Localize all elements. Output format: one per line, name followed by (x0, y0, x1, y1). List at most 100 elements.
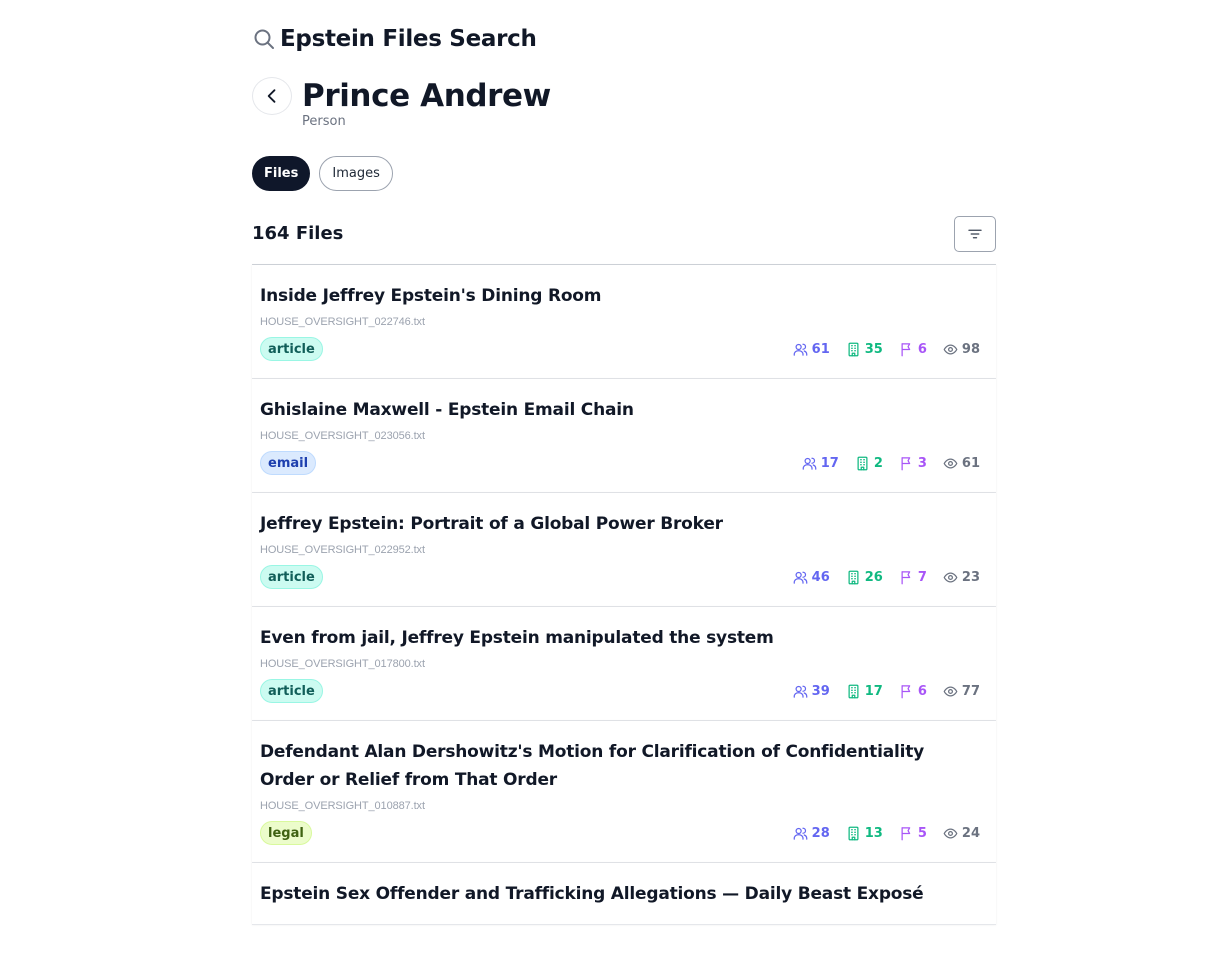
organizations-count: 35 (846, 342, 883, 357)
stat-value: 35 (864, 341, 883, 357)
file-list: Inside Jeffrey Epstein's Dining Room HOU… (252, 265, 996, 925)
stat-value: 39 (811, 683, 830, 699)
eye-icon (943, 456, 958, 471)
flag-icon (899, 342, 914, 357)
stat-value: 6 (917, 683, 927, 699)
tab-bar: Files Images (252, 156, 393, 191)
stat-value: 23 (961, 569, 980, 585)
stat-value: 24 (961, 825, 980, 841)
stat-value: 98 (961, 341, 980, 357)
organizations-count: 17 (846, 684, 883, 699)
people-count: 17 (802, 456, 839, 471)
stat-value: 26 (864, 569, 883, 585)
file-stats: 17 2 3 61 (802, 456, 980, 471)
file-meta-row: article 61 35 6 98 (260, 336, 988, 362)
search-icon (252, 27, 276, 51)
stat-value: 28 (811, 825, 830, 841)
file-name: HOUSE_OVERSIGHT_022746.txt (260, 316, 425, 328)
file-meta-row: email 17 2 3 61 (260, 450, 988, 476)
file-name: HOUSE_OVERSIGHT_017800.txt (260, 658, 425, 670)
building-icon (855, 456, 870, 471)
file-name: HOUSE_OVERSIGHT_010887.txt (260, 800, 425, 812)
page-title: Prince Andrew (302, 78, 551, 114)
file-title[interactable]: Ghislaine Maxwell - Epstein Email Chain (260, 396, 968, 424)
files-count: 164 Files (252, 223, 344, 244)
back-button[interactable] (252, 77, 292, 115)
file-stats: 61 35 6 98 (793, 342, 980, 357)
file-meta-row: article 39 17 6 77 (260, 678, 988, 704)
people-count: 61 (793, 342, 830, 357)
eye-icon (943, 570, 958, 585)
users-icon (793, 684, 808, 699)
file-card[interactable]: Even from jail, Jeffrey Epstein manipula… (252, 607, 996, 721)
app-header[interactable]: Epstein Files Search (252, 24, 537, 54)
eye-icon (943, 342, 958, 357)
eye-icon (943, 826, 958, 841)
stat-value: 61 (961, 455, 980, 471)
stat-value: 2 (873, 455, 883, 471)
file-type-badge: article (260, 679, 323, 703)
users-icon (802, 456, 817, 471)
file-card[interactable]: Defendant Alan Dershowitz's Motion for C… (252, 721, 996, 863)
views-count: 77 (943, 684, 980, 699)
people-count: 28 (793, 826, 830, 841)
people-count: 39 (793, 684, 830, 699)
stat-value: 17 (820, 455, 839, 471)
file-type-badge: email (260, 451, 317, 475)
flag-icon (899, 684, 914, 699)
stat-value: 13 (864, 825, 883, 841)
file-stats: 39 17 6 77 (793, 684, 980, 699)
file-name: HOUSE_OVERSIGHT_023056.txt (260, 430, 425, 442)
flags-count: 3 (899, 456, 927, 471)
flag-icon (899, 570, 914, 585)
file-title[interactable]: Epstein Sex Offender and Trafficking All… (260, 880, 968, 908)
flags-count: 7 (899, 570, 927, 585)
users-icon (793, 342, 808, 357)
stat-value: 3 (917, 455, 927, 471)
flags-count: 6 (899, 342, 927, 357)
users-icon (793, 570, 808, 585)
flag-icon (899, 456, 914, 471)
file-type-badge: article (260, 337, 323, 361)
views-count: 24 (943, 826, 980, 841)
file-card[interactable]: Inside Jeffrey Epstein's Dining Room HOU… (252, 265, 996, 379)
file-card[interactable]: Jeffrey Epstein: Portrait of a Global Po… (252, 493, 996, 607)
flags-count: 5 (899, 826, 927, 841)
page: Epstein Files Search Prince Andrew Perso… (0, 0, 1218, 958)
views-count: 23 (943, 570, 980, 585)
tab-files[interactable]: Files (252, 156, 311, 191)
stat-value: 6 (917, 341, 927, 357)
file-name: HOUSE_OVERSIGHT_022952.txt (260, 544, 425, 556)
file-type-badge: article (260, 565, 323, 589)
views-count: 61 (943, 456, 980, 471)
users-icon (793, 826, 808, 841)
file-title[interactable]: Even from jail, Jeffrey Epstein manipula… (260, 624, 968, 652)
file-stats: 46 26 7 23 (793, 570, 980, 585)
organizations-count: 2 (855, 456, 883, 471)
stat-value: 17 (864, 683, 883, 699)
building-icon (846, 684, 861, 699)
building-icon (846, 342, 861, 357)
organizations-count: 26 (846, 570, 883, 585)
entity-type-label: Person (302, 114, 346, 129)
file-title[interactable]: Defendant Alan Dershowitz's Motion for C… (260, 738, 968, 794)
flag-icon (899, 826, 914, 841)
building-icon (846, 570, 861, 585)
tab-images[interactable]: Images (319, 156, 393, 191)
people-count: 46 (793, 570, 830, 585)
file-title[interactable]: Inside Jeffrey Epstein's Dining Room (260, 282, 968, 310)
eye-icon (943, 684, 958, 699)
file-type-badge: legal (260, 821, 312, 845)
filter-button[interactable] (954, 216, 996, 252)
file-card[interactable]: Ghislaine Maxwell - Epstein Email Chain … (252, 379, 996, 493)
file-meta-row: legal 28 13 5 24 (260, 820, 988, 846)
file-card[interactable]: Epstein Sex Offender and Trafficking All… (252, 863, 996, 925)
file-title[interactable]: Jeffrey Epstein: Portrait of a Global Po… (260, 510, 968, 538)
stat-value: 61 (811, 341, 830, 357)
organizations-count: 13 (846, 826, 883, 841)
stat-value: 7 (917, 569, 927, 585)
stat-value: 5 (917, 825, 927, 841)
views-count: 98 (943, 342, 980, 357)
building-icon (846, 826, 861, 841)
file-meta-row: article 46 26 7 23 (260, 564, 988, 590)
